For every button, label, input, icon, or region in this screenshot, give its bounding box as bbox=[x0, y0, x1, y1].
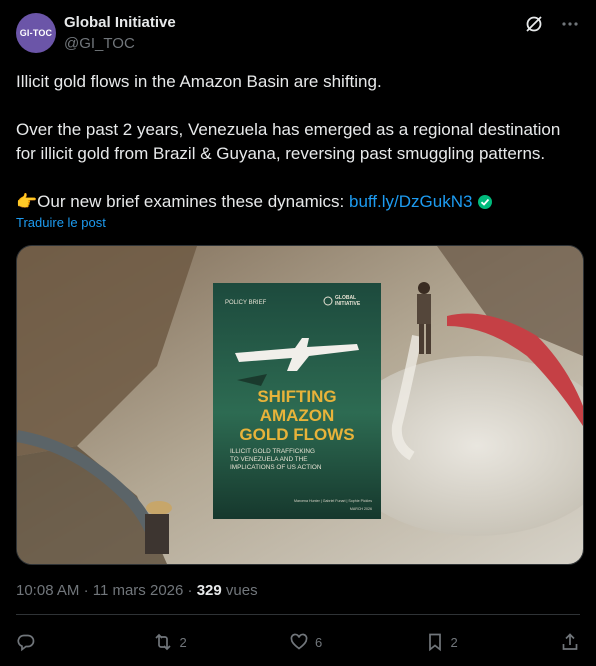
share-button[interactable] bbox=[560, 632, 580, 652]
views-count: 329 bbox=[196, 582, 222, 599]
reply-button[interactable] bbox=[16, 632, 54, 652]
meta-separator-2: · bbox=[187, 582, 193, 599]
account-handle[interactable]: @GI_TOC bbox=[64, 35, 135, 52]
report-cover: POLICY BRIEF GLOBAL INITIATIVE SHIFTING … bbox=[213, 283, 381, 519]
bookmark-button[interactable]: 2 bbox=[425, 632, 463, 652]
cover-subtitle-line1: ILLICIT GOLD TRAFFICKING bbox=[230, 448, 315, 455]
views-label: vues bbox=[225, 582, 258, 599]
post-link[interactable]: buff.ly/DzGukN3 bbox=[349, 192, 472, 211]
grok-icon[interactable] bbox=[522, 12, 546, 36]
bookmark-count: 2 bbox=[450, 634, 458, 650]
reply-icon bbox=[16, 632, 36, 652]
cover-title-line2: AMAZON bbox=[260, 406, 335, 425]
post-image[interactable]: POLICY BRIEF GLOBAL INITIATIVE SHIFTING … bbox=[16, 245, 584, 565]
post-text: Illicit gold flows in the Amazon Basin a… bbox=[16, 70, 582, 214]
top-icons bbox=[522, 12, 582, 36]
avatar-text: GI-TOC bbox=[19, 28, 53, 38]
cover-date: MARCH 2026 bbox=[350, 507, 372, 511]
post-time[interactable]: 10:08 AM bbox=[16, 582, 79, 599]
repost-count: 2 bbox=[179, 634, 187, 650]
repost-icon bbox=[152, 632, 174, 652]
more-icon[interactable] bbox=[558, 12, 582, 36]
pointing-emoji: 👉 bbox=[16, 192, 38, 211]
share-icon bbox=[560, 632, 580, 652]
divider bbox=[16, 614, 580, 615]
cover-title-line1: SHIFTING bbox=[257, 387, 336, 406]
bookmark-icon bbox=[425, 632, 445, 652]
cover-brand-line2: INITIATIVE bbox=[335, 301, 361, 307]
post-meta: 10:08 AM · 11 mars 2026 · 329 vues bbox=[16, 582, 258, 599]
avatar[interactable]: GI-TOC bbox=[16, 13, 56, 53]
post-date[interactable]: 11 mars 2026 bbox=[93, 582, 184, 599]
post-line-2: Over the past 2 years, Venezuela has eme… bbox=[16, 120, 561, 163]
action-bar: 2 6 2 bbox=[16, 626, 580, 658]
heart-icon bbox=[289, 632, 309, 652]
meta-separator: · bbox=[83, 582, 89, 599]
post-line-1: Illicit gold flows in the Amazon Basin a… bbox=[16, 72, 382, 91]
account-name[interactable]: Global Initiative bbox=[64, 14, 176, 31]
like-count: 6 bbox=[315, 634, 323, 650]
repost-button[interactable]: 2 bbox=[152, 632, 192, 652]
post-line-3: 👉Our new brief examines these dynamics: … bbox=[16, 190, 582, 214]
verified-check-icon bbox=[477, 194, 493, 210]
post-line-3-text: Our new brief examines these dynamics: bbox=[37, 192, 349, 211]
cover-title-line3: GOLD FLOWS bbox=[239, 425, 354, 444]
cover-authors: Marcena Hunter | Gabriel Funari | Sophie… bbox=[294, 499, 372, 503]
cover-brief-label: POLICY BRIEF bbox=[225, 300, 267, 306]
cover-subtitle-line2: TO VENEZUELA AND THE bbox=[230, 456, 308, 463]
translate-link[interactable]: Traduire le post bbox=[16, 215, 106, 230]
cover-subtitle-line3: IMPLICATIONS OF US ACTION bbox=[230, 464, 322, 471]
like-button[interactable]: 6 bbox=[289, 632, 327, 652]
